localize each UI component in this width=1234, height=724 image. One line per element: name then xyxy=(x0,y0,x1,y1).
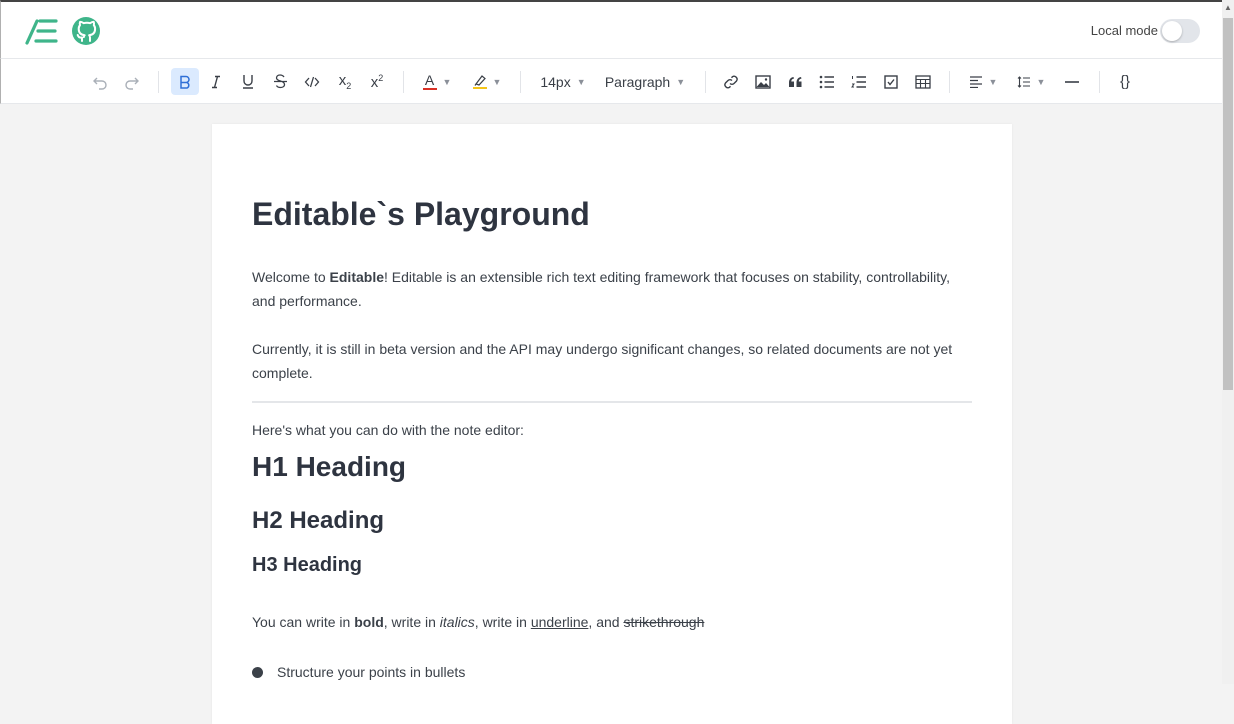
horizontal-rule-icon xyxy=(1065,80,1079,83)
checkbox-icon xyxy=(884,74,898,89)
font-size-value: 14px xyxy=(540,73,571,90)
underline-button[interactable] xyxy=(237,68,259,95)
redo-icon xyxy=(125,77,139,90)
toolbar-separator xyxy=(1099,71,1100,93)
intro-paragraph[interactable]: Welcome to Editable! Editable is an exte… xyxy=(252,266,972,313)
code-icon xyxy=(304,76,320,87)
subscript-icon: x2 xyxy=(338,72,352,91)
editor-toolbar: x2 x2 A ▼ ▼ 14px ▼ Paragraph ▼ ▼ ▼ {} xyxy=(0,58,1222,104)
local-mode-toggle[interactable] xyxy=(1160,19,1200,43)
font-color-icon: A xyxy=(422,73,437,90)
subscript-button[interactable]: x2 xyxy=(333,68,357,95)
chevron-down-icon: ▼ xyxy=(442,76,452,87)
formatting-paragraph[interactable]: You can write in bold, write in italics,… xyxy=(252,614,704,630)
table-icon xyxy=(915,74,931,89)
bullet-list-icon xyxy=(819,75,834,88)
ordered-list-icon xyxy=(851,75,866,88)
toolbar-separator xyxy=(705,71,706,93)
undo-icon xyxy=(93,77,107,90)
superscript-button[interactable]: x2 xyxy=(365,68,389,95)
h2-heading[interactable]: H2 Heading xyxy=(252,507,384,535)
block-type-select[interactable]: Paragraph ▼ xyxy=(599,68,691,95)
horizontal-rule xyxy=(252,401,972,403)
chevron-down-icon: ▼ xyxy=(988,76,998,87)
horizontal-rule-button[interactable] xyxy=(1059,68,1085,95)
font-color-button[interactable]: A ▼ xyxy=(417,68,457,95)
toolbar-separator xyxy=(403,71,404,93)
italic-text: italics xyxy=(439,614,475,630)
bold-button[interactable] xyxy=(171,68,199,95)
bullet-icon xyxy=(252,667,263,678)
chevron-down-icon: ▼ xyxy=(576,76,586,87)
link-icon xyxy=(724,75,738,88)
line-height-icon xyxy=(1017,75,1030,88)
code-block-icon: {} xyxy=(1119,73,1131,90)
blockquote-button[interactable] xyxy=(783,68,807,95)
code-block-button[interactable]: {} xyxy=(1111,68,1139,95)
redo-button[interactable] xyxy=(121,68,143,95)
beta-paragraph[interactable]: Currently, it is still in beta version a… xyxy=(252,338,972,385)
block-type-value: Paragraph xyxy=(604,73,671,90)
toolbar-separator xyxy=(158,71,159,93)
github-icon[interactable] xyxy=(71,16,101,46)
link-button[interactable] xyxy=(719,68,743,95)
inline-code-button[interactable] xyxy=(301,68,323,95)
undo-button[interactable] xyxy=(89,68,111,95)
underline-icon xyxy=(243,75,253,89)
bold-icon xyxy=(180,75,190,89)
underline-text: underline xyxy=(530,614,589,630)
bold-text: bold xyxy=(354,614,384,630)
highlight-color-button[interactable]: ▼ xyxy=(467,68,507,95)
h1-heading[interactable]: H1 Heading xyxy=(252,451,406,483)
strikethrough-button[interactable] xyxy=(269,68,291,95)
task-list-button[interactable] xyxy=(879,68,903,95)
chevron-down-icon: ▼ xyxy=(1036,76,1046,87)
toolbar-separator xyxy=(949,71,950,93)
image-icon xyxy=(755,74,771,89)
vertical-scrollbar[interactable]: ▲ xyxy=(1222,0,1234,684)
highlighter-icon xyxy=(472,74,487,89)
bulleted-list-button[interactable] xyxy=(815,68,839,95)
app-header: Local mode xyxy=(0,0,1222,58)
superscript-icon: x2 xyxy=(370,72,384,91)
toggle-knob xyxy=(1162,21,1182,41)
font-size-select[interactable]: 14px ▼ xyxy=(535,68,591,95)
line-height-button[interactable]: ▼ xyxy=(1011,68,1051,95)
italic-icon xyxy=(212,75,220,88)
scrollbar-thumb[interactable] xyxy=(1223,18,1233,390)
chevron-down-icon: ▼ xyxy=(492,76,502,87)
strikethrough-icon xyxy=(273,74,287,89)
bullet-list-item[interactable]: Structure your points in bullets xyxy=(252,664,465,680)
editable-logo-icon[interactable] xyxy=(25,17,59,45)
lead-in-paragraph[interactable]: Here's what you can do with the note edi… xyxy=(252,419,972,443)
editor-page[interactable]: Editable`s Playground Welcome to Editabl… xyxy=(212,124,1012,724)
toolbar-separator xyxy=(520,71,521,93)
numbered-list-button[interactable] xyxy=(847,68,871,95)
h3-heading[interactable]: H3 Heading xyxy=(252,554,362,577)
chevron-down-icon: ▼ xyxy=(676,76,686,87)
document-title[interactable]: Editable`s Playground xyxy=(252,196,590,233)
scroll-up-icon[interactable]: ▲ xyxy=(1222,0,1234,16)
local-mode-label: Local mode xyxy=(1090,23,1158,38)
strikethrough-text: strikethrough xyxy=(623,614,705,630)
quote-icon xyxy=(788,76,801,87)
align-button[interactable]: ▼ xyxy=(963,68,1003,95)
image-button[interactable] xyxy=(751,68,775,95)
italic-button[interactable] xyxy=(205,68,227,95)
table-button[interactable] xyxy=(911,68,935,95)
align-left-icon xyxy=(969,75,982,88)
